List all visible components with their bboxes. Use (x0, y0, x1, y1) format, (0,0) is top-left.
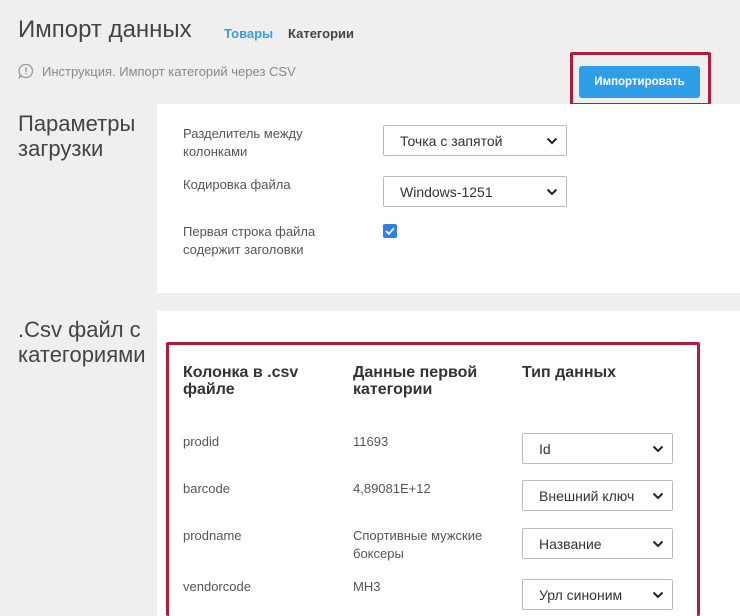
chevron-down-icon (546, 137, 558, 144)
column-header-csv: Колонка в .csv файле (183, 364, 299, 398)
params-section-title: Параметры загрузки (18, 111, 136, 161)
row-type-value: Название (539, 535, 602, 552)
tab-categories[interactable]: Категории (288, 26, 354, 41)
check-icon (385, 227, 395, 235)
csv-section-title: .Csv файл с категориями (18, 317, 146, 367)
info-bubble-icon (18, 63, 34, 79)
row-type-value: Внешний ключ (539, 487, 635, 504)
column-header-type: Тип данных (522, 364, 617, 381)
encoding-select-value: Windows-1251 (400, 183, 493, 200)
row-column-name: prodname (183, 528, 242, 543)
tab-goods[interactable]: Товары (224, 26, 273, 41)
chevron-down-icon (652, 591, 664, 598)
row-type-value: Урл синоним (539, 586, 623, 603)
row-first-data: Спортивные мужские боксеры (353, 528, 483, 561)
header-row-checkbox[interactable] (383, 224, 397, 238)
row-column-name: vendorcode (183, 579, 251, 594)
encoding-select[interactable]: Windows-1251 (383, 176, 567, 207)
chevron-down-icon (652, 540, 664, 547)
import-button[interactable]: Импортировать (579, 66, 700, 98)
instruction-text: Инструкция. Импорт категорий через CSV (42, 63, 296, 79)
chevron-down-icon (652, 445, 664, 452)
row-type-select[interactable]: Внешний ключ (522, 480, 673, 511)
column-header-first-data: Данные первой категории (353, 364, 478, 398)
row-column-name: prodid (183, 434, 220, 449)
page-title: Импорт данных (18, 16, 192, 43)
separator-select[interactable]: Точка с запятой (383, 125, 567, 156)
separator-label: Разделитель между колонками (183, 126, 303, 159)
row-type-select[interactable]: Урл синоним (522, 579, 673, 610)
row-type-select[interactable]: Название (522, 528, 673, 559)
encoding-label: Кодировка файла (183, 177, 291, 192)
row-first-data: 11693 (353, 434, 389, 449)
separator-select-value: Точка с запятой (400, 132, 503, 149)
row-type-value: Id (539, 440, 551, 457)
header-row-label: Первая строка файла содержит заголовки (183, 224, 316, 257)
chevron-down-icon (652, 492, 664, 499)
instruction-link[interactable]: Инструкция. Импорт категорий через CSV (18, 63, 296, 79)
row-first-data: 4,89081E+12 (353, 481, 431, 496)
chevron-down-icon (546, 188, 558, 195)
row-type-select[interactable]: Id (522, 433, 673, 464)
row-first-data: MH3 (353, 579, 381, 594)
row-column-name: barcode (183, 481, 230, 496)
